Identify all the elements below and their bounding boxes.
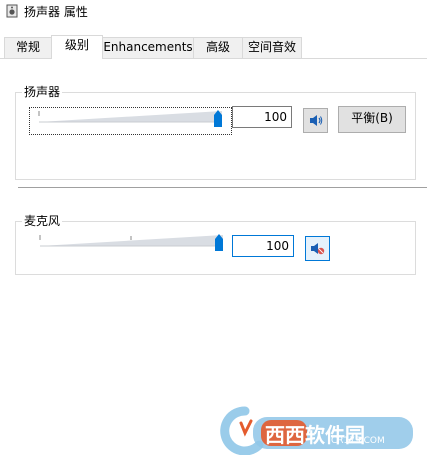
speakers-level-field[interactable]: 100	[232, 106, 292, 128]
levels-panel: 扬声器 100 平衡(B) 麦克风 100 西西软件园 CR173.COM	[0, 59, 427, 461]
balance-button[interactable]: 平衡(B)	[338, 106, 406, 133]
microphone-label: 麦克风	[22, 214, 63, 228]
tab-advanced[interactable]: 高级	[193, 37, 243, 58]
tab-enhancements[interactable]: Enhancements	[102, 37, 194, 58]
speakers-label: 扬声器	[22, 85, 63, 99]
section-separator	[18, 187, 427, 188]
tab-strip: 常规 级别 Enhancements 高级 空间音效	[0, 35, 427, 59]
tab-spatial-sound[interactable]: 空间音效	[242, 37, 302, 58]
window-title: 扬声器 属性	[24, 5, 88, 19]
microphone-level-field[interactable]: 100	[232, 235, 294, 257]
microphone-mute-button[interactable]	[305, 236, 330, 261]
speakers-mute-button[interactable]	[303, 108, 328, 133]
speakers-volume-slider[interactable]	[29, 107, 232, 135]
tab-levels[interactable]: 级别	[51, 35, 103, 59]
watermark-site-text: CR173.COM	[331, 436, 385, 446]
watermark-logo: 西西软件园 CR173.COM	[215, 403, 425, 456]
title-bar: 扬声器 属性	[0, 0, 427, 26]
microphone-volume-slider[interactable]	[29, 232, 232, 260]
speaker-app-icon	[6, 4, 18, 18]
tab-general[interactable]: 常规	[4, 37, 52, 58]
